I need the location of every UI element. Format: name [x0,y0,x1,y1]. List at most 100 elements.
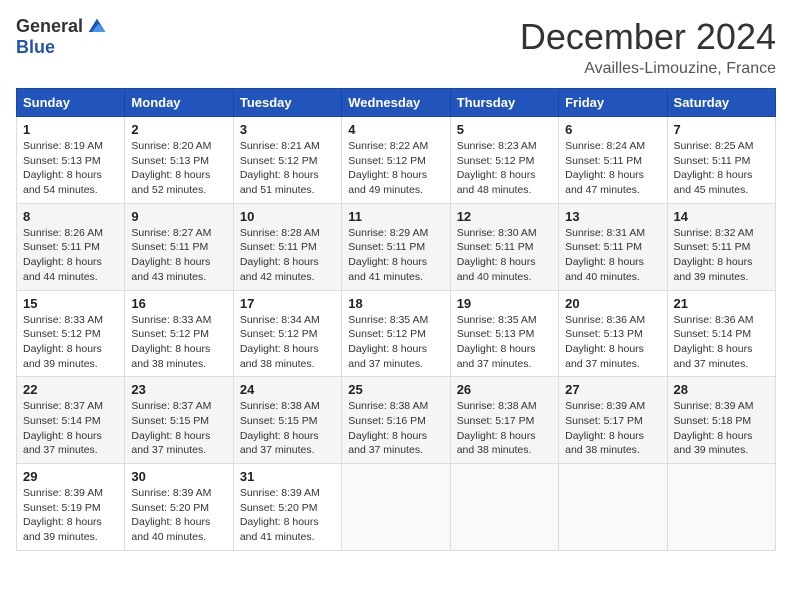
calendar-week-row: 29Sunrise: 8:39 AM Sunset: 5:19 PM Dayli… [17,464,776,551]
calendar-cell: 27Sunrise: 8:39 AM Sunset: 5:17 PM Dayli… [559,377,667,464]
day-number: 20 [565,296,660,311]
calendar-cell: 3 Sunrise: 8:21 AM Sunset: 5:12 PM Daylig… [233,117,341,204]
location-title: Availles-Limouzine, France [520,60,776,78]
day-number: 17 [240,296,335,311]
calendar-cell: 15 Sunrise: 8:33 AM Sunset: 5:12 PM Dayli… [17,290,125,377]
calendar-cell: 21Sunrise: 8:36 AM Sunset: 5:14 PM Dayli… [667,290,775,377]
day-info: Sunrise: 8:38 AM Sunset: 5:16 PM Dayligh… [348,399,443,458]
day-number: 2 [131,122,226,137]
day-info: Sunrise: 8:19 AM Sunset: 5:13 PM Dayligh… [23,139,118,198]
logo-blue-text: Blue [16,37,55,58]
day-info: Sunrise: 8:37 AM Sunset: 5:14 PM Dayligh… [23,399,118,458]
calendar-cell: 4Sunrise: 8:22 AM Sunset: 5:12 PM Daylig… [342,117,450,204]
calendar-cell: 23 Sunrise: 8:37 AM Sunset: 5:15 PM Dayli… [125,377,233,464]
calendar-week-row: 22Sunrise: 8:37 AM Sunset: 5:14 PM Dayli… [17,377,776,464]
weekday-header-monday: Monday [125,89,233,117]
calendar-cell: 24Sunrise: 8:38 AM Sunset: 5:15 PM Dayli… [233,377,341,464]
calendar-cell: 16 Sunrise: 8:33 AM Sunset: 5:12 PM Dayli… [125,290,233,377]
weekday-header-row: SundayMondayTuesdayWednesdayThursdayFrid… [17,89,776,117]
calendar-cell: 5Sunrise: 8:23 AM Sunset: 5:12 PM Daylig… [450,117,558,204]
day-info: Sunrise: 8:39 AM Sunset: 5:18 PM Dayligh… [674,399,769,458]
day-number: 24 [240,382,335,397]
day-info: Sunrise: 8:32 AM Sunset: 5:11 PM Dayligh… [674,226,769,285]
day-info: Sunrise: 8:37 AM Sunset: 5:15 PM Dayligh… [131,399,226,458]
calendar-cell [667,464,775,551]
calendar-cell: 12 Sunrise: 8:30 AM Sunset: 5:11 PM Dayli… [450,203,558,290]
day-number: 31 [240,469,335,484]
calendar-cell [342,464,450,551]
day-number: 18 [348,296,443,311]
calendar-cell: 20 Sunrise: 8:36 AM Sunset: 5:13 PM Dayli… [559,290,667,377]
logo-icon [87,17,107,37]
day-info: Sunrise: 8:24 AM Sunset: 5:11 PM Dayligh… [565,139,660,198]
weekday-header-saturday: Saturday [667,89,775,117]
day-info: Sunrise: 8:33 AM Sunset: 5:12 PM Dayligh… [131,313,226,372]
page-header: General Blue December 2024 Availles-Limo… [16,16,776,78]
day-number: 7 [674,122,769,137]
day-number: 4 [348,122,443,137]
logo: General Blue [16,16,107,58]
calendar-cell [450,464,558,551]
day-info: Sunrise: 8:35 AM Sunset: 5:13 PM Dayligh… [457,313,552,372]
day-info: Sunrise: 8:30 AM Sunset: 5:11 PM Dayligh… [457,226,552,285]
weekday-header-sunday: Sunday [17,89,125,117]
calendar-cell: 8 Sunrise: 8:26 AM Sunset: 5:11 PM Daylig… [17,203,125,290]
month-title: December 2024 [520,16,776,58]
day-number: 14 [674,209,769,224]
calendar-cell: 17 Sunrise: 8:34 AM Sunset: 5:12 PM Dayli… [233,290,341,377]
weekday-header-friday: Friday [559,89,667,117]
day-info: Sunrise: 8:33 AM Sunset: 5:12 PM Dayligh… [23,313,118,372]
day-info: Sunrise: 8:20 AM Sunset: 5:13 PM Dayligh… [131,139,226,198]
day-number: 15 [23,296,118,311]
calendar-cell [559,464,667,551]
day-number: 19 [457,296,552,311]
day-number: 26 [457,382,552,397]
day-info: Sunrise: 8:39 AM Sunset: 5:17 PM Dayligh… [565,399,660,458]
calendar-table: SundayMondayTuesdayWednesdayThursdayFrid… [16,88,776,551]
day-number: 6 [565,122,660,137]
day-info: Sunrise: 8:25 AM Sunset: 5:11 PM Dayligh… [674,139,769,198]
calendar-cell: 2 Sunrise: 8:20 AM Sunset: 5:13 PM Daylig… [125,117,233,204]
calendar-week-row: 8 Sunrise: 8:26 AM Sunset: 5:11 PM Daylig… [17,203,776,290]
calendar-cell: 9Sunrise: 8:27 AM Sunset: 5:11 PM Daylig… [125,203,233,290]
day-info: Sunrise: 8:28 AM Sunset: 5:11 PM Dayligh… [240,226,335,285]
calendar-cell: 1 Sunrise: 8:19 AM Sunset: 5:13 PM Daylig… [17,117,125,204]
day-number: 21 [674,296,769,311]
day-info: Sunrise: 8:39 AM Sunset: 5:20 PM Dayligh… [240,486,335,545]
weekday-header-thursday: Thursday [450,89,558,117]
day-info: Sunrise: 8:34 AM Sunset: 5:12 PM Dayligh… [240,313,335,372]
day-number: 11 [348,209,443,224]
day-number: 3 [240,122,335,137]
calendar-cell: 25 Sunrise: 8:38 AM Sunset: 5:16 PM Dayli… [342,377,450,464]
title-area: December 2024 Availles-Limouzine, France [520,16,776,78]
day-info: Sunrise: 8:38 AM Sunset: 5:17 PM Dayligh… [457,399,552,458]
calendar-cell: 19 Sunrise: 8:35 AM Sunset: 5:13 PM Dayli… [450,290,558,377]
day-info: Sunrise: 8:35 AM Sunset: 5:12 PM Dayligh… [348,313,443,372]
day-number: 5 [457,122,552,137]
day-info: Sunrise: 8:39 AM Sunset: 5:19 PM Dayligh… [23,486,118,545]
logo-general-text: General [16,16,83,37]
day-number: 8 [23,209,118,224]
day-number: 23 [131,382,226,397]
day-info: Sunrise: 8:31 AM Sunset: 5:11 PM Dayligh… [565,226,660,285]
day-number: 12 [457,209,552,224]
day-number: 25 [348,382,443,397]
calendar-cell: 18 Sunrise: 8:35 AM Sunset: 5:12 PM Dayli… [342,290,450,377]
weekday-header-tuesday: Tuesday [233,89,341,117]
calendar-week-row: 15 Sunrise: 8:33 AM Sunset: 5:12 PM Dayli… [17,290,776,377]
day-info: Sunrise: 8:39 AM Sunset: 5:20 PM Dayligh… [131,486,226,545]
calendar-cell: 14 Sunrise: 8:32 AM Sunset: 5:11 PM Dayli… [667,203,775,290]
calendar-cell: 13 Sunrise: 8:31 AM Sunset: 5:11 PM Dayli… [559,203,667,290]
day-number: 9 [131,209,226,224]
day-info: Sunrise: 8:21 AM Sunset: 5:12 PM Dayligh… [240,139,335,198]
calendar-cell: 28Sunrise: 8:39 AM Sunset: 5:18 PM Dayli… [667,377,775,464]
day-info: Sunrise: 8:29 AM Sunset: 5:11 PM Dayligh… [348,226,443,285]
day-number: 13 [565,209,660,224]
day-number: 1 [23,122,118,137]
day-number: 10 [240,209,335,224]
day-info: Sunrise: 8:36 AM Sunset: 5:13 PM Dayligh… [565,313,660,372]
day-info: Sunrise: 8:26 AM Sunset: 5:11 PM Dayligh… [23,226,118,285]
day-number: 30 [131,469,226,484]
calendar-cell: 7 Sunrise: 8:25 AM Sunset: 5:11 PM Daylig… [667,117,775,204]
day-number: 16 [131,296,226,311]
